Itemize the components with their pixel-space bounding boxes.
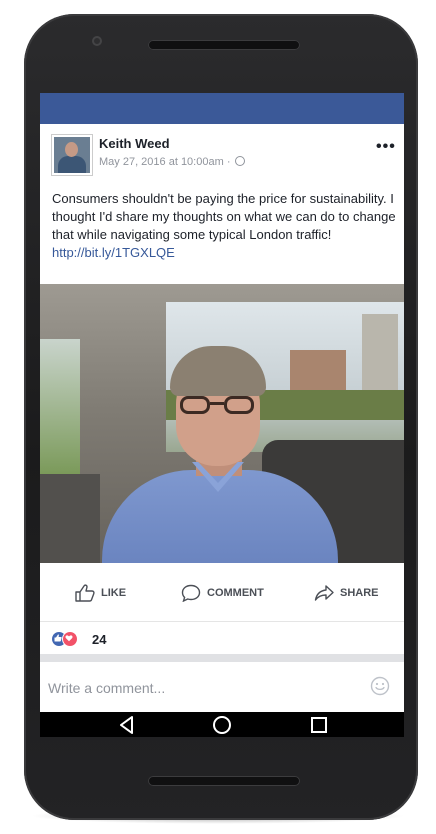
heart-icon <box>65 635 73 642</box>
section-divider <box>40 654 404 662</box>
person-glasses <box>180 396 256 416</box>
glasses-bridge <box>210 402 224 405</box>
video-thumbnail[interactable] <box>40 284 404 563</box>
phone-frame: Keith Weed May 27, 2016 at 10:00am · •••… <box>24 14 418 820</box>
post-header: Keith Weed May 27, 2016 at 10:00am · ••• <box>40 124 404 186</box>
post-link[interactable]: http://bit.ly/1TGXLQE <box>52 245 175 260</box>
home-circle-icon[interactable] <box>211 714 233 736</box>
reaction-count: 24 <box>92 632 107 647</box>
earpiece-speaker <box>148 40 300 50</box>
post-actions: LIKE COMMENT SHARE <box>40 563 404 622</box>
speech-bubble-icon <box>181 584 201 602</box>
avatar-body <box>58 156 86 173</box>
post-timestamp[interactable]: May 27, 2016 at 10:00am <box>99 156 224 168</box>
thumbs-up-icon <box>75 584 95 602</box>
recents-square-icon[interactable] <box>308 714 330 736</box>
meta-separator: · <box>226 156 231 168</box>
post-meta: May 27, 2016 at 10:00am · <box>99 156 245 168</box>
more-options-button[interactable]: ••• <box>376 138 396 156</box>
android-nav-bar <box>40 712 404 737</box>
share-label: SHARE <box>340 587 379 599</box>
author-name[interactable]: Keith Weed <box>99 136 170 151</box>
post-body: Consumers shouldn't be paying the price … <box>52 191 396 242</box>
share-arrow-icon <box>314 585 334 601</box>
like-button[interactable]: LIKE <box>75 583 126 603</box>
comment-label: COMMENT <box>207 587 264 599</box>
love-reaction-icon <box>62 631 78 647</box>
front-camera-icon <box>92 36 102 46</box>
glasses-lens <box>180 396 210 414</box>
thumbs-up-icon <box>54 634 62 642</box>
reactions-summary[interactable]: 24 <box>40 622 404 654</box>
background-building <box>362 314 398 396</box>
phone-screen: Keith Weed May 27, 2016 at 10:00am · •••… <box>40 93 404 737</box>
like-label: LIKE <box>101 587 127 599</box>
avatar-head <box>65 142 78 157</box>
car-side-window <box>40 339 80 474</box>
post-text: Consumers shouldn't be paying the price … <box>52 190 397 262</box>
globe-icon <box>234 156 245 166</box>
author-avatar[interactable] <box>52 135 92 175</box>
share-button[interactable]: SHARE <box>314 583 379 603</box>
bottom-speaker <box>148 776 300 786</box>
glasses-lens <box>224 396 254 414</box>
comment-input[interactable] <box>46 674 360 702</box>
app-top-bar <box>40 93 404 124</box>
smiley-icon[interactable] <box>370 676 390 696</box>
comment-composer <box>40 662 404 712</box>
comment-button[interactable]: COMMENT <box>181 583 264 603</box>
back-triangle-icon[interactable] <box>116 714 138 736</box>
car-door <box>40 474 100 563</box>
